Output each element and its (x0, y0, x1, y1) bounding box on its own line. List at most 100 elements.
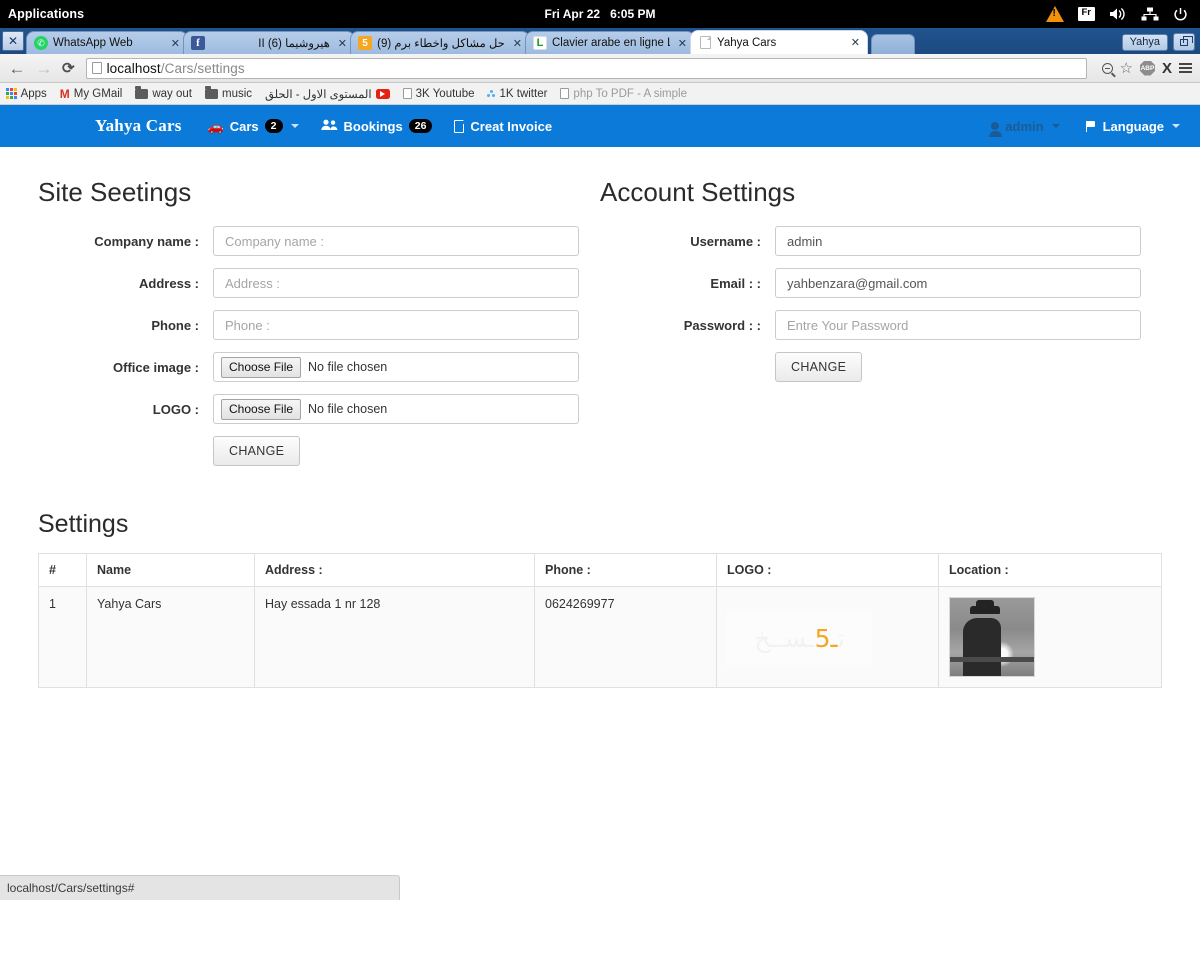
field-label: Password : : (683, 317, 761, 333)
cell-address: Hay essada 1 nr 128 (254, 586, 535, 688)
password-input[interactable] (775, 310, 1141, 340)
network-icon[interactable] (1141, 7, 1159, 21)
bookmark-3k-youtube[interactable]: 3K Youtube (402, 88, 474, 100)
field-username: Username : (600, 226, 1162, 256)
cell-logo: تـ5ـســخ (716, 586, 939, 688)
nav-item-cars[interactable]: 🚗 Cars 2 (208, 119, 299, 134)
tab-close-icon[interactable]: ✕ (848, 36, 863, 49)
field-label: LOGO : (152, 401, 199, 417)
warning-triangle-icon[interactable] (1045, 6, 1064, 22)
bookmark-1k-twitter[interactable]: 1K twitter (487, 88, 547, 100)
new-tab-button[interactable] (871, 34, 915, 54)
choose-file-button[interactable]: Choose File (221, 356, 302, 378)
bookmark-way-out[interactable]: way out (135, 86, 192, 100)
choose-file-button[interactable]: Choose File (221, 398, 302, 420)
restore-window-button[interactable] (1173, 33, 1195, 51)
browser-tab[interactable]: f هيروشيما II (6) ✕ (183, 31, 355, 54)
account-settings-form: Account Settings Username : Email : : Pa… (600, 177, 1162, 466)
navbar-primary-items: 🚗 Cars 2 Bookings 26 Creat Invoice (208, 119, 553, 134)
bookmark-apps[interactable]: Apps (6, 88, 47, 100)
account-settings-title: Account Settings (600, 177, 796, 207)
page-viewport: Yahya Cars 🚗 Cars 2 Bookings 26 Creat In… (0, 105, 1200, 900)
bookmark-my-gmail[interactable]: M My GMail (60, 88, 123, 100)
bookmark-label: music (221, 87, 253, 100)
field-email: Email : : (600, 268, 1162, 298)
bookmark-label: php To PDF - A simple (573, 87, 687, 100)
logo-file-input[interactable]: Choose File No file chosen (213, 394, 579, 424)
address-bar[interactable]: localhost/Cars/settings (85, 57, 1087, 79)
site-settings-title: Site Seetings (38, 177, 192, 207)
tab-close-icon[interactable]: ✕ (675, 37, 690, 50)
bookmark-arabic-playlist[interactable]: المستوى الاول - الحلق (265, 87, 390, 101)
field-address: Address : (38, 268, 600, 298)
applications-menu[interactable]: Applications (0, 7, 84, 21)
nav-item-admin[interactable]: admin (988, 118, 1060, 137)
browser-tab[interactable]: ✆ WhatsApp Web ✕ (26, 31, 188, 54)
field-label: Office image : (113, 359, 199, 375)
account-settings-change-button[interactable]: CHANGE (775, 352, 863, 382)
nav-badge: 2 (264, 119, 283, 133)
clock-time: 6:05 PM (610, 7, 656, 21)
browser-tab[interactable]: L Clavier arabe en ligne LEX ✕ (525, 31, 695, 54)
tab-close-icon[interactable]: ✕ (510, 37, 525, 50)
user-profile-pill[interactable]: Yahya (1121, 33, 1168, 51)
chevron-down-icon (1051, 124, 1060, 128)
username-input[interactable] (775, 226, 1141, 256)
twitter-icon (487, 90, 496, 97)
nav-item-bookings[interactable]: Bookings 26 (320, 119, 433, 134)
browser-status-bar: localhost/Cars/settings# (0, 875, 400, 900)
back-arrow-icon[interactable]: ← (8, 60, 26, 77)
window-close-button[interactable]: ✕ (2, 31, 24, 51)
hamburger-menu-icon[interactable] (1179, 62, 1192, 74)
office-image-file-input[interactable]: Choose File No file chosen (213, 352, 579, 382)
address-input[interactable] (213, 268, 579, 298)
email-input[interactable] (775, 268, 1141, 298)
clock-date: Fri Apr 22 (544, 7, 601, 21)
table-row: 1 Yahya Cars Hay essada 1 nr 128 0624269… (38, 586, 1162, 688)
column-header-name: Name (86, 553, 255, 587)
nav-item-label: Creat Invoice (470, 118, 553, 134)
bookmark-php-to-pdf[interactable]: php To PDF - A simple (560, 88, 687, 100)
speaker-icon[interactable] (1109, 7, 1127, 21)
site-settings-change-button[interactable]: CHANGE (213, 436, 301, 466)
company-name-input[interactable] (213, 226, 579, 256)
page-icon (402, 88, 412, 99)
bookmark-music[interactable]: music (204, 86, 253, 100)
field-label: Phone : (151, 317, 199, 333)
zoom-out-icon[interactable] (1101, 62, 1113, 74)
field-label: Email : : (710, 275, 761, 291)
nav-item-language[interactable]: Language (1085, 119, 1180, 134)
star-icon[interactable]: ☆ (1120, 61, 1133, 76)
keyboard-layout-indicator[interactable]: Fr (1077, 7, 1095, 21)
tab-title: حل مشاكل واخطاء برم (9) (377, 38, 505, 50)
forward-arrow-icon[interactable]: → (35, 60, 53, 77)
nav-item-label: admin (1005, 118, 1044, 134)
browser-tab-active[interactable]: Yahya Cars ✕ (690, 30, 868, 54)
youtube-icon (375, 88, 390, 99)
cell-phone: 0624269977 (534, 586, 717, 688)
field-label: Username : (690, 233, 761, 249)
car-icon: 🚗 (207, 118, 224, 134)
file-status-label: No file chosen (308, 402, 388, 416)
browser-tab[interactable]: 5 حل مشاكل واخطاء برم (9) ✕ (350, 31, 530, 54)
tab-close-icon[interactable]: ✕ (335, 37, 350, 50)
nav-item-creat-invoice[interactable]: Creat Invoice (454, 119, 552, 134)
company-logo-image: تـ5ـســخ (727, 609, 872, 667)
bookmarks-bar: Apps M My GMail way out music المستوى ال… (0, 83, 1200, 105)
field-office-image: Office image : Choose File No file chose… (38, 352, 600, 382)
extension-x-icon[interactable]: X (1162, 60, 1172, 77)
power-icon[interactable] (1173, 7, 1188, 22)
lexilogos-icon: L (533, 36, 547, 50)
tab-title: Yahya Cars (717, 36, 777, 49)
brand-logo[interactable]: Yahya Cars (95, 116, 182, 136)
site-settings-form: Site Seetings Company name : Address : P… (38, 177, 600, 466)
navbar-right-items: admin Language (988, 118, 1180, 137)
folder-icon (204, 86, 218, 99)
reload-icon[interactable]: ⟳ (62, 59, 75, 77)
tab-close-icon[interactable]: ✕ (168, 37, 183, 50)
toolbar-right-icons: ☆ ABP X (1098, 60, 1192, 77)
whatsapp-icon: ✆ (34, 36, 48, 50)
column-header-phone: Phone : (534, 553, 717, 587)
phone-input[interactable] (213, 310, 579, 340)
adblock-icon[interactable]: ABP (1139, 60, 1155, 76)
